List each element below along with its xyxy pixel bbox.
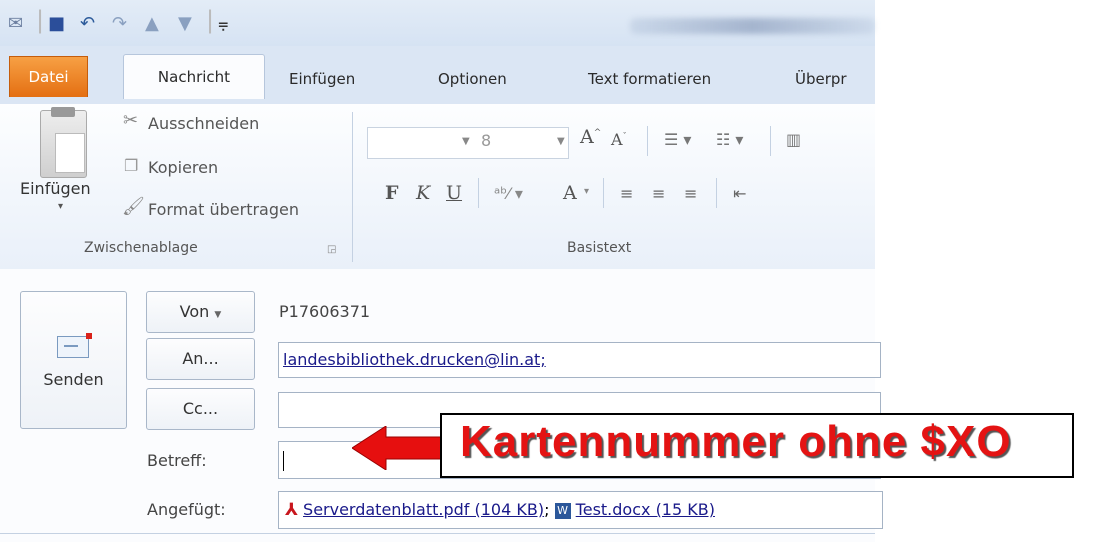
from-label: Von bbox=[179, 302, 210, 321]
separator bbox=[603, 178, 604, 208]
format-painter-button[interactable]: Format übertragen bbox=[148, 200, 299, 219]
group-separator bbox=[352, 112, 353, 262]
customize-qat-icon[interactable]: ⩦ bbox=[218, 14, 229, 34]
clipboard-group-label: Zwischenablage bbox=[84, 240, 198, 256]
grow-font-icon[interactable]: A^ bbox=[580, 126, 601, 148]
window-title bbox=[630, 18, 875, 34]
scissors-icon: ✂ bbox=[123, 110, 139, 131]
compose-area: Senden Von ▼ P17606371 An... landesbibli… bbox=[0, 269, 883, 542]
annotation-callout: Kartennummer ohne $XO bbox=[440, 413, 1074, 478]
decrease-indent-icon[interactable]: ⇤ bbox=[733, 184, 746, 203]
quick-access-toolbar: ✉ | ■ ↶ ↷ ▲ ▼ | ⩦ bbox=[0, 0, 875, 46]
align-right-icon[interactable]: ≡ bbox=[684, 184, 697, 203]
attachments-field: ⅄ Serverdatenblatt.pdf (104 KB); W Test.… bbox=[278, 491, 883, 529]
separator bbox=[770, 126, 771, 156]
numbering-icon[interactable]: ☷ ▾ bbox=[716, 130, 743, 149]
paste-dropdown-icon[interactable]: ▾ bbox=[58, 201, 63, 212]
text-cursor bbox=[283, 450, 284, 471]
pdf-icon: ⅄ bbox=[285, 500, 298, 520]
separator bbox=[647, 126, 648, 156]
separator bbox=[478, 178, 479, 208]
annotation-text: Kartennummer ohne $XO bbox=[460, 417, 1012, 466]
align-center-icon[interactable]: ≡ bbox=[652, 184, 665, 203]
bullets-icon[interactable]: ☰ ▾ bbox=[664, 130, 691, 149]
separator bbox=[716, 178, 717, 208]
copy-button[interactable]: Kopieren bbox=[148, 158, 218, 177]
body-divider bbox=[0, 533, 875, 534]
indent-icon[interactable]: ▥ bbox=[786, 130, 801, 149]
ribbon: Einfügen ▾ ✂ Ausschneiden ❐ Kopieren 🖌 F… bbox=[0, 104, 875, 270]
attached-label: Angefügt: bbox=[147, 500, 226, 519]
attachment-separator: ; bbox=[544, 500, 550, 519]
font-color-dropdown-icon[interactable]: ▾ bbox=[584, 186, 589, 197]
tab-einfuegen[interactable]: Einfügen bbox=[289, 62, 355, 96]
to-field[interactable]: landesbibliothek.drucken@lin.at; bbox=[278, 342, 881, 378]
from-value: P17606371 bbox=[279, 302, 371, 321]
shrink-font-icon[interactable]: Aˇ bbox=[611, 130, 627, 149]
font-dropdown-icon[interactable]: ▼ bbox=[462, 136, 470, 147]
ribbon-tabs: Datei Nachricht Einfügen Optionen Text f… bbox=[0, 46, 875, 106]
undo-icon[interactable]: ↶ bbox=[80, 14, 95, 34]
send-label: Senden bbox=[43, 370, 104, 389]
paste-icon[interactable] bbox=[40, 107, 87, 178]
tab-text-formatieren[interactable]: Text formatieren bbox=[588, 62, 711, 96]
font-size-value[interactable]: 8 bbox=[481, 131, 491, 150]
brush-icon: 🖌 bbox=[122, 196, 145, 217]
send-button[interactable]: Senden bbox=[20, 291, 127, 429]
separator: | bbox=[36, 6, 45, 34]
send-icon bbox=[57, 333, 92, 358]
down-arrow-icon[interactable]: ▼ bbox=[178, 14, 192, 34]
dialog-launcher-icon[interactable]: ◲ bbox=[327, 244, 336, 255]
cut-button[interactable]: Ausschneiden bbox=[148, 114, 259, 133]
to-button[interactable]: An... bbox=[146, 338, 255, 380]
italic-button[interactable]: K bbox=[416, 182, 430, 204]
highlight-icon[interactable]: ᵃᵇ⁄ ▾ bbox=[494, 184, 523, 203]
outlook-icon[interactable]: ✉ bbox=[8, 14, 23, 34]
attachment-pdf[interactable]: Serverdatenblatt.pdf (104 KB) bbox=[303, 500, 544, 519]
tab-datei[interactable]: Datei bbox=[9, 56, 88, 97]
tab-optionen[interactable]: Optionen bbox=[438, 62, 507, 96]
bold-button[interactable]: F bbox=[385, 182, 399, 204]
font-size-dropdown-icon[interactable]: ▼ bbox=[557, 136, 565, 147]
tab-nachricht[interactable]: Nachricht bbox=[123, 54, 265, 99]
up-arrow-icon[interactable]: ▲ bbox=[145, 14, 159, 34]
to-value[interactable]: landesbibliothek.drucken@lin.at; bbox=[283, 350, 546, 369]
separator: | bbox=[206, 6, 215, 34]
underline-button[interactable]: U bbox=[446, 182, 462, 204]
word-icon: W bbox=[554, 502, 571, 519]
cc-button[interactable]: Cc... bbox=[146, 388, 255, 430]
paste-button[interactable]: Einfügen bbox=[20, 179, 91, 198]
font-color-icon[interactable]: A bbox=[563, 182, 577, 204]
align-left-icon[interactable]: ≡ bbox=[620, 184, 633, 203]
from-button[interactable]: Von ▼ bbox=[146, 291, 255, 333]
redo-icon[interactable]: ↷ bbox=[112, 14, 127, 34]
copy-icon: ❐ bbox=[124, 156, 139, 175]
subject-label: Betreff: bbox=[147, 451, 207, 470]
basic-text-group-label: Basistext bbox=[567, 240, 632, 256]
attachment-docx[interactable]: Test.docx (15 KB) bbox=[576, 500, 715, 519]
from-dropdown-icon: ▼ bbox=[214, 310, 222, 320]
tab-ueberpruefen[interactable]: Überpr bbox=[795, 62, 847, 96]
save-icon[interactable]: ■ bbox=[48, 14, 65, 34]
